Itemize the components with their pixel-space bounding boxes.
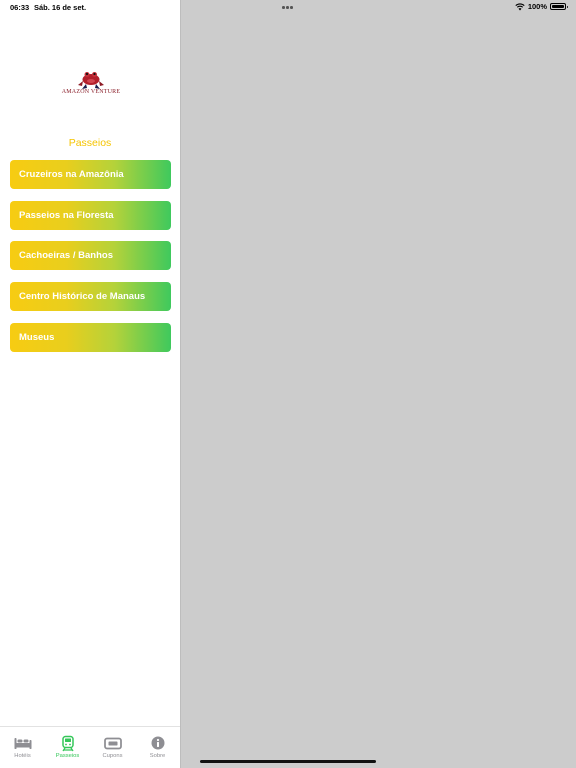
status-right: 100% — [515, 2, 568, 11]
tab-bar: Hotéis Passeios Cupons Sobre — [0, 726, 180, 768]
tab-label: Passeios — [55, 753, 80, 759]
tab-label: Hotéis — [14, 753, 31, 759]
status-bar: 06:33 Sáb. 16 de set. 100% — [0, 0, 576, 14]
tram-icon — [59, 735, 77, 751]
menu-item-label: Passeios na Floresta — [19, 209, 114, 221]
tab-hoteis[interactable]: Hotéis — [3, 735, 43, 759]
battery-icon — [550, 3, 568, 10]
battery-percent: 100% — [527, 2, 547, 11]
tab-passeios[interactable]: Passeios — [48, 735, 88, 759]
menu-item-cachoeiras[interactable]: Cachoeiras / Banhos — [10, 241, 171, 271]
detail-pane — [181, 0, 576, 768]
menu-item-label: Cachoeiras / Banhos — [19, 250, 113, 262]
status-date: Sáb. 16 de set. — [34, 3, 87, 12]
menu-item-centro-historico[interactable]: Centro Histórico de Manaus — [10, 282, 171, 312]
logo-text: AMAZON VENTURE — [61, 89, 121, 95]
menu-item-label: Museus — [19, 331, 55, 343]
menu-item-label: Cruzeiros na Amazônia — [19, 169, 124, 180]
frog-icon — [78, 72, 104, 89]
app-logo: AMAZON VENTURE — [60, 66, 122, 100]
menu-item-label: Centro Histórico de Manaus — [19, 291, 146, 303]
page-title: Passeios — [68, 137, 112, 149]
tab-cupons[interactable]: Cupons — [93, 735, 133, 759]
status-time: 06:33 — [10, 3, 30, 12]
info-icon — [149, 735, 167, 751]
sidebar: AMAZON VENTURE Passeios Cruzeiros na Ama… — [0, 0, 180, 768]
menu-item-cruzeiros[interactable]: Cruzeiros na Amazônia — [10, 160, 171, 189]
menu-item-museus[interactable]: Museus — [10, 322, 171, 352]
tab-label: Cupons — [102, 753, 123, 759]
tour-menu-list: Cruzeiros na Amazônia Passeios na Flores… — [10, 160, 171, 363]
multitasking-dots-icon[interactable] — [282, 6, 293, 9]
home-indicator[interactable] — [200, 760, 376, 763]
wifi-icon — [515, 2, 525, 10]
ticket-icon — [103, 735, 122, 751]
bed-icon — [14, 735, 32, 751]
tab-sobre[interactable]: Sobre — [138, 735, 178, 759]
menu-item-floresta[interactable]: Passeios na Floresta — [10, 200, 171, 230]
tab-label: Sobre — [149, 753, 166, 759]
